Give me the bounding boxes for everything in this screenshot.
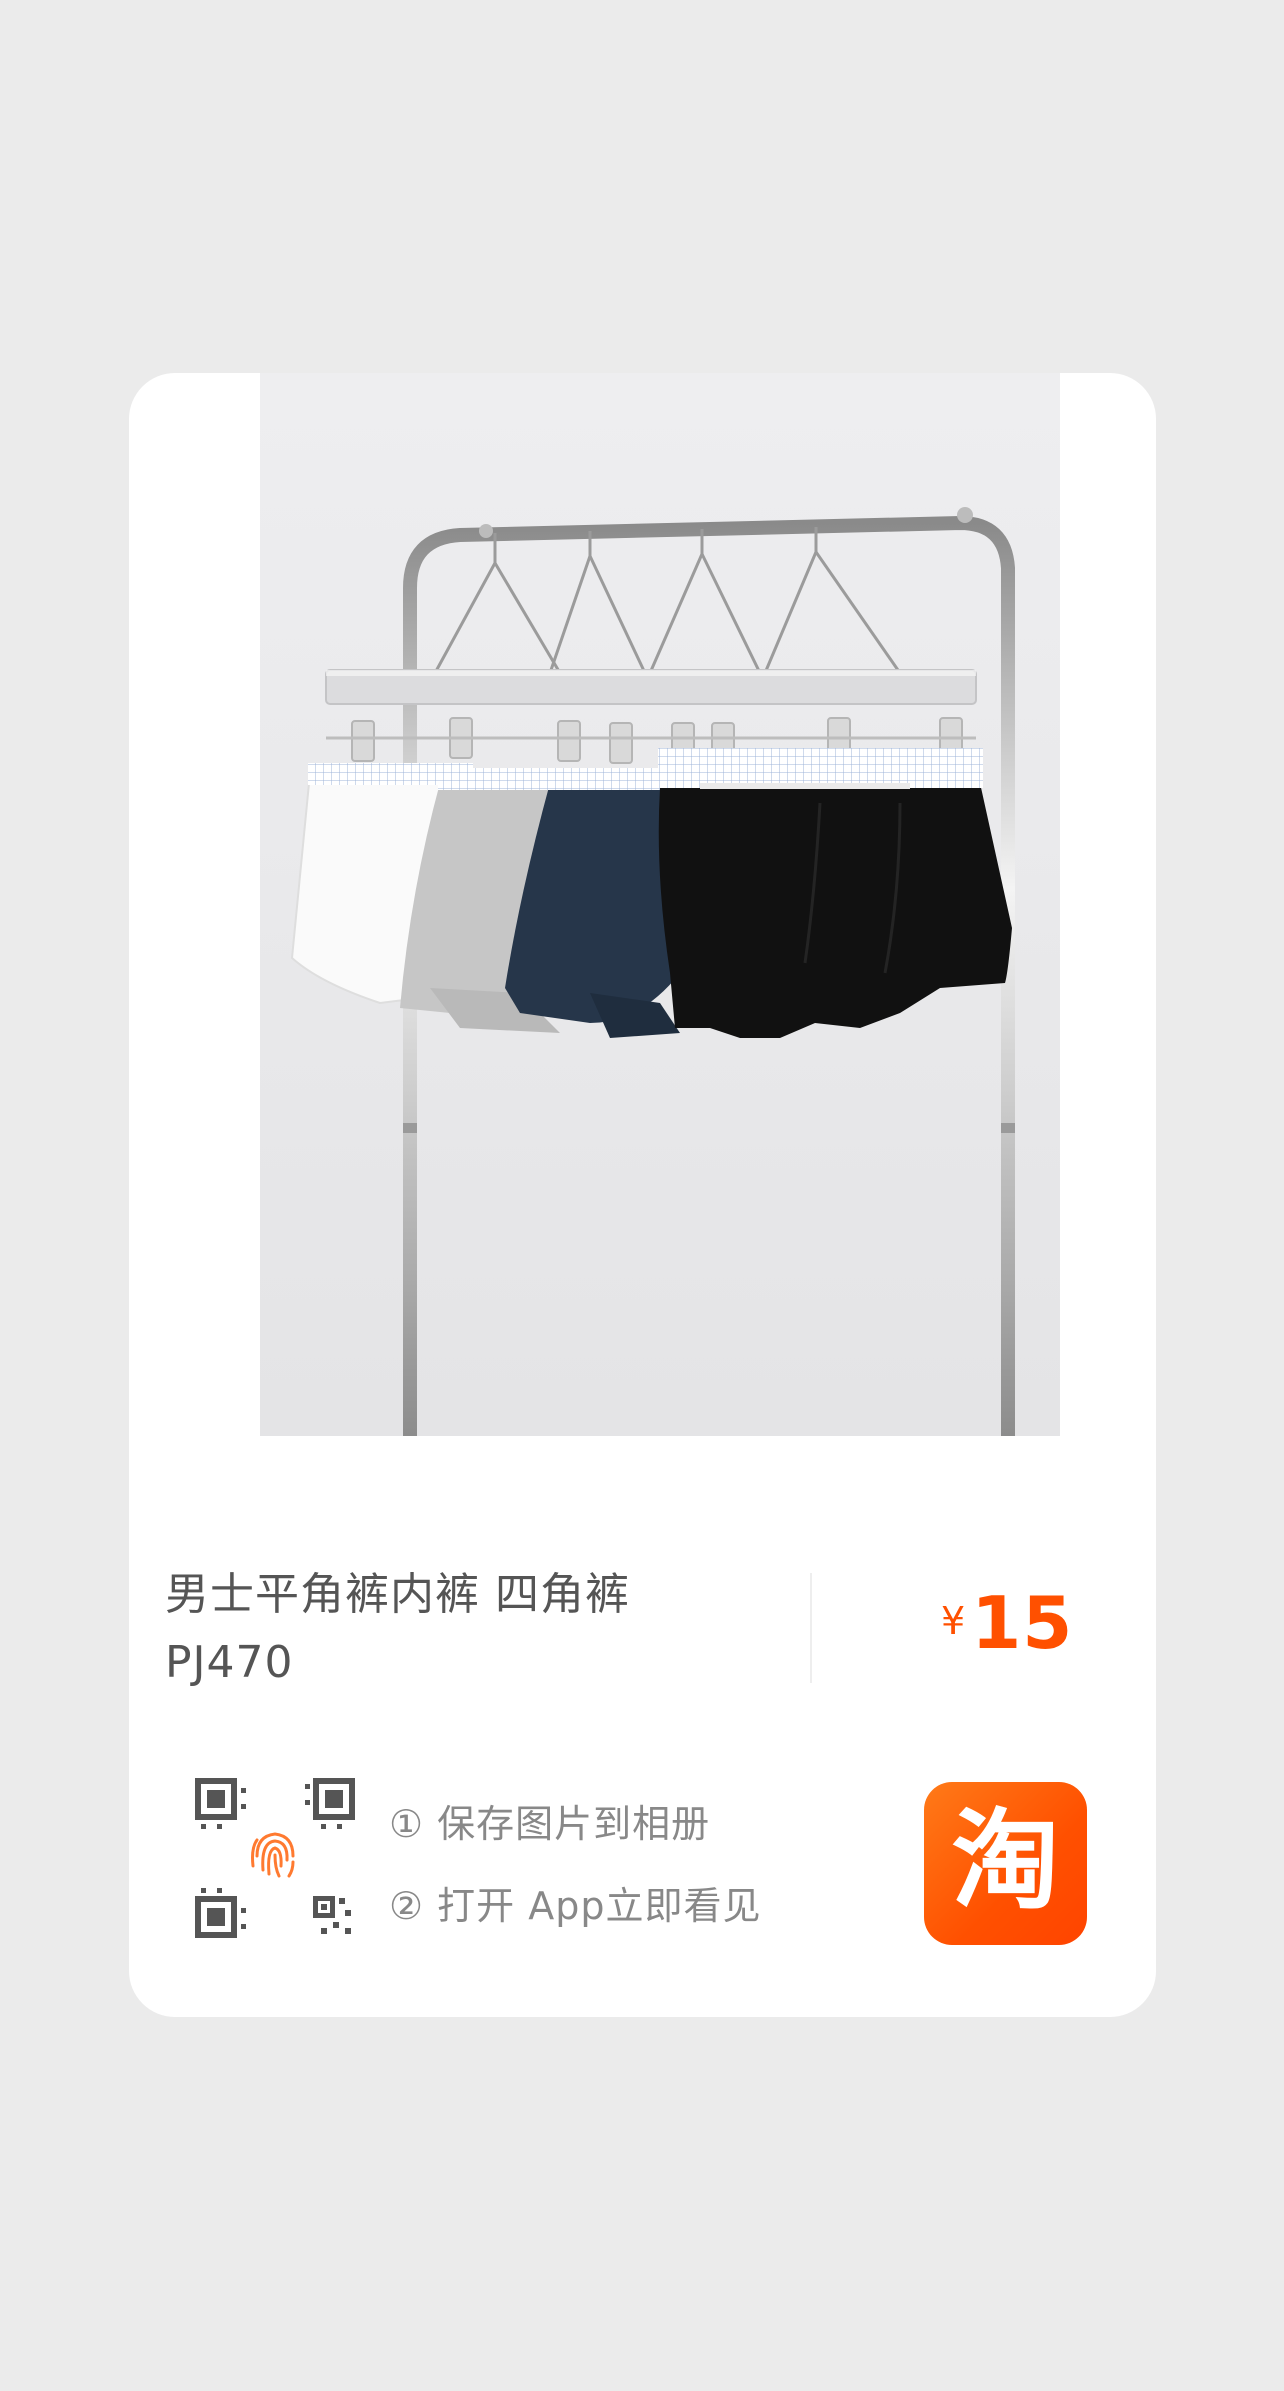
product-title[interactable]: 男士平角裤内裤 四角裤 PJ470 [165,1561,785,1697]
product-title-line1: 男士平角裤内裤 四角裤 [165,1569,630,1620]
product-image [260,373,1060,1436]
product-price: ¥15 [941,1581,1073,1665]
instruction-step-2: ② 打开 App立即看见 [389,1884,762,1928]
taobao-app-glyph: 淘 [951,1798,1060,1924]
vertical-divider [810,1573,812,1683]
instruction-step-1: ① 保存图片到相册 [389,1802,711,1846]
product-title-line2: PJ470 [165,1637,294,1688]
price-value: 15 [971,1581,1074,1665]
price-currency: ¥ [941,1599,966,1643]
share-card: 男士平角裤内裤 四角裤 PJ470 ¥15 ① 保存图片到相册 ② 打开 App… [129,373,1156,2017]
taobao-app-icon[interactable]: 淘 [924,1782,1087,1945]
qr-code-icon [195,1778,355,1938]
